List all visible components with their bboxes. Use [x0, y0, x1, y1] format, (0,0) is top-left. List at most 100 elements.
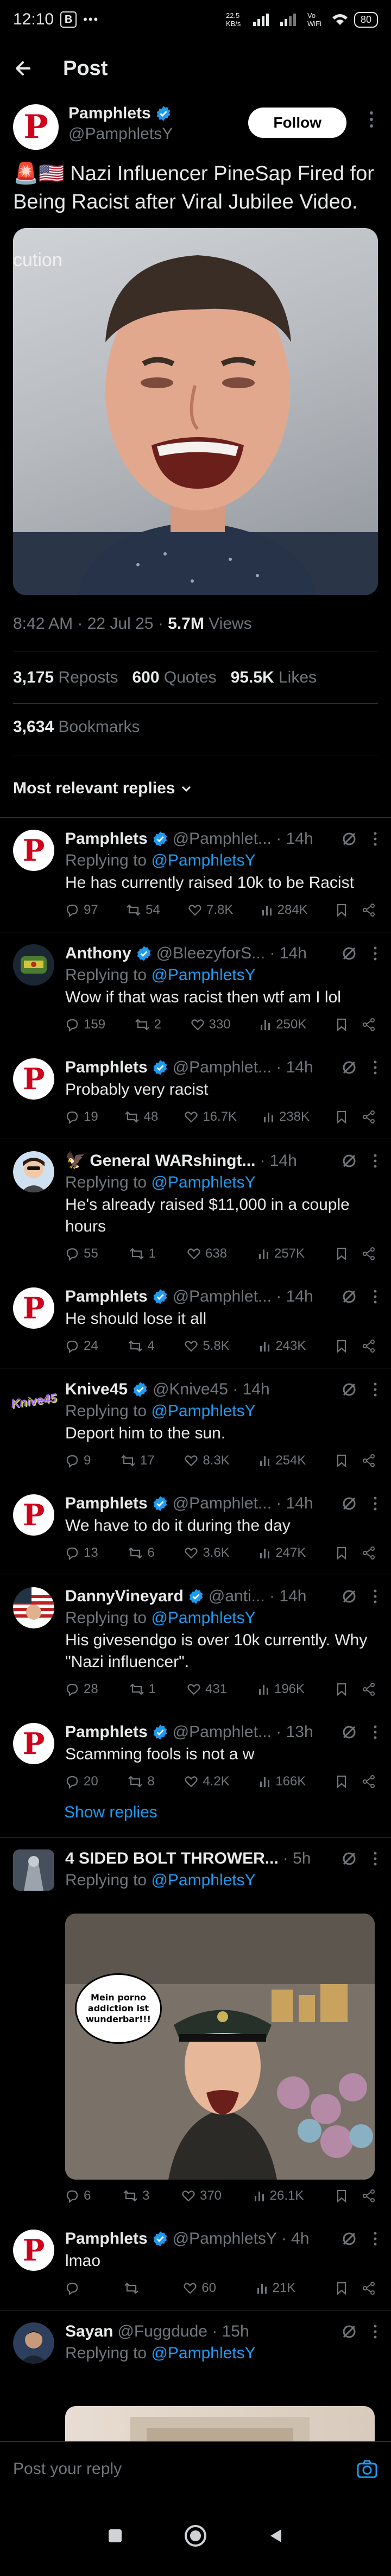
like-button[interactable]: 370 — [181, 2188, 222, 2204]
reply-item[interactable]: P Pamphlets @Pamphlet... · 14h Replying to … — [0, 818, 391, 932]
author-avatar[interactable]: P — [13, 104, 59, 150]
repost-button[interactable]: 48 — [124, 1109, 158, 1125]
reply-author-name[interactable]: Anthony — [65, 944, 131, 963]
reply-avatar[interactable] — [13, 2322, 54, 2364]
reply-item[interactable]: P Pamphlets @Pamphlet... · 14h Probably ver… — [0, 1046, 391, 1139]
recents-icon[interactable] — [106, 2527, 124, 2545]
share-icon[interactable] — [362, 1682, 376, 1696]
like-button[interactable]: 431 — [187, 1682, 227, 1697]
views-button[interactable]: 238K — [263, 1109, 310, 1125]
follow-button[interactable]: Follow — [248, 108, 346, 138]
reply-item[interactable]: 🦅 General WARshingt... · 14h Replying to @P… — [0, 1139, 391, 1276]
repost-button[interactable]: 2 — [135, 1017, 161, 1032]
home-icon[interactable] — [184, 2524, 207, 2548]
reply-item[interactable]: 4 SIDED BOLT THROWER... · 5h Replying to @… — [0, 1838, 391, 2218]
grok-icon[interactable] — [341, 1724, 357, 1740]
more-options-icon[interactable] — [373, 1588, 378, 1605]
repost-button[interactable]: 1 — [129, 1682, 156, 1697]
like-button[interactable]: 60 — [183, 2281, 216, 2296]
reply-avatar[interactable] — [13, 1151, 54, 1192]
reply-avatar[interactable]: P — [13, 1058, 54, 1100]
reply-item[interactable]: P Pamphlets @Pamphlet... · 13h Scamming foo… — [0, 1711, 391, 1837]
more-options-icon[interactable] — [373, 1724, 378, 1740]
share-icon[interactable] — [362, 2189, 376, 2203]
repost-button[interactable]: 1 — [129, 1246, 156, 1261]
reply-button[interactable] — [65, 2281, 84, 2295]
reply-item[interactable]: P Pamphlets @Pamphlet... · 14h He should lo… — [0, 1276, 391, 1368]
replying-to-handle[interactable]: @PamphletsY — [151, 1871, 255, 1889]
more-options-icon[interactable] — [373, 1851, 378, 1867]
share-icon[interactable] — [362, 1018, 376, 1032]
reply-button[interactable]: 20 — [65, 1774, 98, 1789]
reply-button[interactable]: 28 — [65, 1682, 98, 1697]
author-handle[interactable]: @PamphletsY — [68, 125, 238, 143]
grok-icon[interactable] — [341, 1059, 357, 1076]
reply-author-name[interactable]: Knive45 — [65, 1380, 128, 1399]
grok-icon[interactable] — [341, 945, 357, 962]
bookmarks-stat[interactable]: 3,634 Bookmarks — [13, 704, 378, 755]
repost-button[interactable]: 54 — [126, 902, 160, 918]
reply-item[interactable]: P Pamphlets @Pamphlet... · 14h We have to d… — [0, 1482, 391, 1575]
reply-avatar[interactable] — [13, 1587, 54, 1628]
repost-button[interactable]: 6 — [128, 1545, 155, 1561]
grok-icon[interactable] — [341, 1153, 357, 1169]
reply-item[interactable]: Knive45 Knive45 @Knive45 · 14h Replying to … — [0, 1368, 391, 1482]
reply-button[interactable]: 159 — [65, 1017, 105, 1032]
more-options-icon[interactable] — [373, 1059, 378, 1076]
reply-image[interactable]: Mein porno addiction ist wunderbar!!! — [65, 1914, 375, 2180]
views-button[interactable]: 247K — [259, 1545, 306, 1561]
reply-button[interactable]: 9 — [65, 1453, 91, 1468]
bookmark-icon[interactable] — [336, 1775, 348, 1789]
grok-icon[interactable] — [341, 2324, 357, 2340]
author-name[interactable]: Pamphlets — [68, 104, 151, 123]
repost-button[interactable] — [124, 2281, 143, 2295]
more-options-icon[interactable] — [373, 1153, 378, 1169]
share-icon[interactable] — [362, 2281, 376, 2295]
bookmark-icon[interactable] — [336, 2189, 348, 2203]
more-options-icon[interactable] — [373, 1381, 378, 1398]
reply-button[interactable]: 24 — [65, 1338, 98, 1354]
reply-author-name[interactable]: Pamphlets — [65, 1723, 148, 1741]
grok-icon[interactable] — [341, 1495, 357, 1512]
grok-icon[interactable] — [341, 1381, 357, 1398]
reply-input[interactable]: Post your reply — [13, 2460, 356, 2478]
share-icon[interactable] — [362, 1775, 376, 1789]
more-options-icon[interactable] — [373, 945, 378, 962]
reply-author-name[interactable]: Pamphlets — [65, 1287, 148, 1306]
sort-replies-dropdown[interactable]: Most relevant replies — [13, 755, 378, 817]
repost-button[interactable]: 17 — [121, 1453, 155, 1468]
reply-item[interactable]: P Pamphlets @PamphletsY · 4h lmao 60 21K — [0, 2218, 391, 2310]
reply-composer[interactable]: Post your reply — [0, 2441, 391, 2496]
more-options-icon[interactable] — [373, 1495, 378, 1512]
reply-avatar[interactable] — [13, 944, 54, 986]
grok-icon[interactable] — [341, 2231, 357, 2247]
grok-icon[interactable] — [341, 1851, 357, 1867]
reposts-stat[interactable]: 3,175 Reposts — [13, 668, 118, 687]
reply-avatar[interactable] — [13, 1849, 54, 1891]
bookmark-icon[interactable] — [336, 1546, 348, 1560]
bookmark-icon[interactable] — [336, 1247, 348, 1261]
views-button[interactable]: 254K — [259, 1453, 306, 1468]
reply-author-name[interactable]: Sayan — [65, 2322, 113, 2341]
camera-icon[interactable] — [356, 2459, 378, 2479]
share-icon[interactable] — [362, 1546, 376, 1560]
like-button[interactable]: 330 — [191, 1017, 231, 1032]
views-button[interactable]: 196K — [258, 1682, 305, 1697]
views-button[interactable]: 21K — [256, 2281, 295, 2296]
views-button[interactable]: 250K — [260, 1017, 306, 1032]
share-icon[interactable] — [362, 1110, 376, 1124]
more-options-icon[interactable] — [373, 831, 378, 847]
reply-button[interactable]: 13 — [65, 1545, 98, 1561]
replying-to-handle[interactable]: @PamphletsY — [151, 1609, 255, 1627]
grok-icon[interactable] — [341, 831, 357, 847]
replying-to-handle[interactable]: @PamphletsY — [151, 1402, 255, 1420]
reply-avatar[interactable]: P — [13, 1494, 54, 1536]
show-replies-link[interactable]: Show replies — [0, 1803, 391, 1837]
like-button[interactable]: 7.8K — [188, 902, 233, 918]
reply-button[interactable]: 55 — [65, 1246, 98, 1261]
grok-icon[interactable] — [341, 1588, 357, 1605]
back-icon[interactable] — [267, 2527, 285, 2545]
reply-author-name[interactable]: Pamphlets — [65, 2230, 148, 2248]
likes-stat[interactable]: 95.5K Likes — [231, 668, 317, 687]
reply-avatar[interactable]: P — [13, 1287, 54, 1329]
